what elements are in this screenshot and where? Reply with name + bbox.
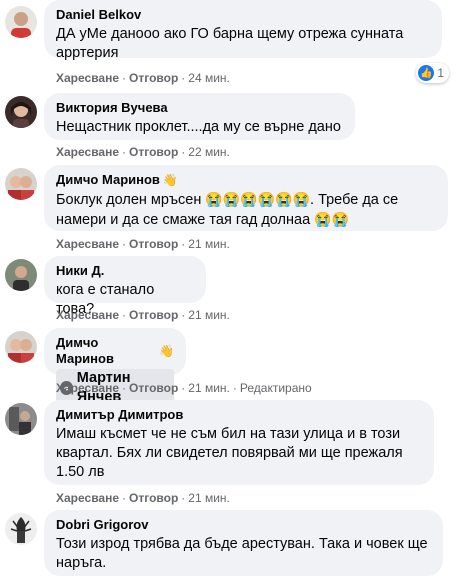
comment-actions: Харесване · Отговор · 21 мин. [56, 237, 230, 251]
like-button[interactable]: Харесване [56, 308, 119, 322]
comment-bubble: Ники Д. кога е станало това? [44, 256, 206, 317]
comment-time[interactable]: 22 мин. [188, 145, 230, 159]
like-icon: 👍 [418, 65, 435, 81]
comment-actions: Харесване · Отговор · 22 мин. [56, 145, 230, 159]
reply-button[interactable]: Отговор [129, 237, 178, 251]
comment-bubble: Daniel Belkov ДА уМе данооо ако ГО барна… [44, 0, 442, 61]
crying-emoji: 😭 [275, 191, 293, 207]
comment-text: ДА уМе данооо ако ГО барна щему отрежа с… [56, 26, 404, 61]
comment-author[interactable]: Димчо Маринов 👋 [56, 335, 174, 367]
comment-author[interactable]: Димчо Маринов 👋 [56, 172, 436, 188]
like-button[interactable]: Харесване [56, 491, 119, 505]
comment-text: Този изрод трябва да бъде арестуван. Так… [56, 536, 428, 571]
avatar[interactable] [5, 6, 37, 38]
crying-emoji: 😭 [331, 211, 350, 227]
comment-author[interactable]: Daniel Belkov [56, 7, 430, 23]
crying-emoji: 😭 [240, 191, 258, 207]
comment-time[interactable]: 21 мин. [188, 237, 230, 251]
comment-actions: Харесване · Отговор · 21 мин. · Редактирано [56, 381, 312, 395]
comment-bubble: Димчо Маринов 👋 Боклук долен мръсен 😭😭😭😭😭… [44, 165, 448, 231]
reply-button[interactable]: Отговор [129, 308, 178, 322]
comment-author[interactable]: Dobri Grigorov [56, 517, 431, 533]
reply-button[interactable]: Отговор [129, 491, 178, 505]
comment-actions: Харесване · Отговор · 21 мин. [56, 491, 230, 505]
comment-author[interactable]: Димитър Димитров [56, 407, 422, 423]
like-button[interactable]: Харесване [56, 145, 119, 159]
crying-emoji: 😭 [222, 191, 241, 207]
crying-emoji: 😭 [257, 191, 276, 207]
comment-time[interactable]: 21 мин. [188, 308, 230, 322]
comment-text: Имаш късмет че не съм бил на тази улица … [56, 426, 403, 480]
avatar[interactable] [5, 331, 37, 363]
crying-emoji: 😭 [292, 191, 311, 207]
comment-bubble: Димитър Димитров Имаш късмет че не съм б… [44, 400, 434, 485]
reaction-count[interactable]: 👍 1 [416, 63, 449, 83]
crying-emoji: 😭 [314, 211, 332, 227]
reply-button[interactable]: Отговор [129, 71, 178, 85]
wave-icon: 👋 [159, 344, 174, 358]
comment-author[interactable]: Ники Д. [56, 263, 194, 279]
like-button[interactable]: Харесване [56, 71, 119, 85]
edited-label[interactable]: Редактирано [240, 381, 312, 395]
comment-time[interactable]: 24 мин. [188, 71, 230, 85]
like-button[interactable]: Харесване [56, 381, 119, 395]
comment-author[interactable]: Виктория Вучева [56, 100, 343, 116]
avatar[interactable] [5, 259, 37, 291]
comment-bubble: Виктория Вучева Нещастник проклет....да … [44, 93, 355, 140]
wave-icon: 👋 [162, 173, 178, 187]
reply-button[interactable]: Отговор [129, 381, 178, 395]
comment-text: Боклук долен мръсен 😭😭😭😭😭😭. Требе да се … [56, 191, 399, 228]
avatar[interactable] [5, 513, 37, 545]
avatar[interactable] [5, 168, 37, 200]
comment-time[interactable]: 21 мин. [188, 381, 230, 395]
comment-actions: Харесване · Отговор · 21 мин. [56, 308, 230, 322]
comment-text: Нещастник проклет....да му се върне дано [56, 119, 341, 135]
reply-button[interactable]: Отговор [129, 145, 178, 159]
comment-bubble: Димчо Маринов👋 ●Мартин Янчев. [44, 328, 186, 424]
like-button[interactable]: Харесване [56, 237, 119, 251]
comment-bubble: Dobri Grigorov Този изрод трябва да бъде… [44, 510, 443, 576]
avatar[interactable] [5, 96, 37, 128]
avatar[interactable] [5, 403, 37, 435]
crying-emoji: 😭 [205, 191, 223, 207]
comment-time[interactable]: 21 мин. [188, 491, 230, 505]
comment-actions: Харесване · Отговор · 24 мин. [56, 71, 230, 85]
